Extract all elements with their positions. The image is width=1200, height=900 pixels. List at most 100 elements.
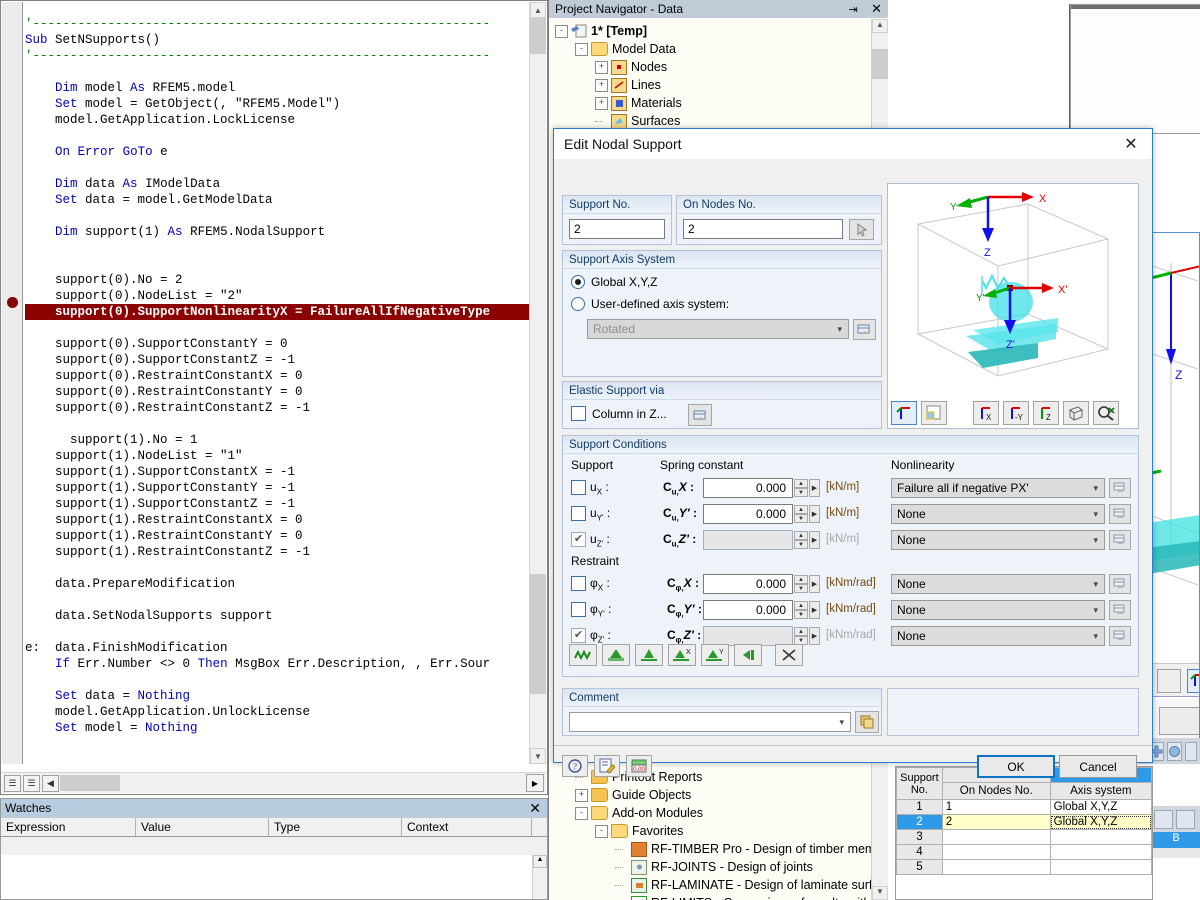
view-iso-icon[interactable] xyxy=(1063,401,1089,425)
table-more-icon[interactable] xyxy=(1185,742,1197,761)
table-cell-nodes[interactable] xyxy=(942,830,1050,845)
on-nodes-no-input[interactable]: 2 xyxy=(683,219,843,239)
edit-table-icon[interactable] xyxy=(853,319,876,340)
support-no-input[interactable]: 2 xyxy=(569,219,665,239)
clear-all-icon[interactable] xyxy=(775,644,803,666)
comment-combo[interactable]: ▾ xyxy=(569,712,851,732)
roller-y-support-icon[interactable]: Y xyxy=(701,644,729,666)
support-checkbox-uX[interactable] xyxy=(571,480,586,495)
edit-table-icon[interactable] xyxy=(688,404,712,426)
tree-item[interactable]: -Add-on Modules xyxy=(549,804,872,822)
notes-icon[interactable] xyxy=(594,755,620,777)
support-expand-icon[interactable]: ▶ xyxy=(809,479,820,497)
scroll-up-arrow[interactable]: ▲ xyxy=(530,2,546,18)
edit-table-icon[interactable] xyxy=(1109,504,1131,524)
tree-item[interactable]: -1* [Temp] xyxy=(549,22,872,40)
table-refresh-icon[interactable] xyxy=(1167,742,1182,761)
pick-cursor-icon[interactable] xyxy=(849,219,874,240)
chevron-down-icon[interactable]: ▾ xyxy=(1093,579,1102,590)
table-row[interactable]: 22Global X,Y,Z xyxy=(897,815,1152,830)
rotated-axis-combo[interactable]: Rotated ▾ xyxy=(587,319,849,339)
support-spinner[interactable]: ▲▼ xyxy=(794,531,808,549)
table-cell-axis[interactable] xyxy=(1050,860,1151,875)
restraint-expand-icon[interactable]: ▶ xyxy=(809,627,820,645)
navigator-scroll-down-arrow[interactable]: ▼ xyxy=(872,886,888,900)
table-row[interactable]: 5 xyxy=(897,860,1152,875)
spinner-down-icon[interactable]: ▼ xyxy=(794,488,808,497)
expand-icon[interactable]: + xyxy=(595,61,608,74)
scroll-down-arrow[interactable]: ▼ xyxy=(530,748,546,764)
units-icon[interactable]: 0,00 xyxy=(626,755,652,777)
spring-preset-icon[interactable] xyxy=(569,644,597,666)
restraint-spinner[interactable]: ▲▼ xyxy=(794,575,808,593)
spinner-up-icon[interactable]: ▲ xyxy=(794,601,808,610)
chevron-down-icon[interactable]: ▾ xyxy=(1093,483,1102,494)
watches-scroll-up-arrow[interactable]: ▲ xyxy=(533,855,547,868)
table-cell-axis[interactable] xyxy=(1050,830,1151,845)
pin-icon[interactable]: ⇥ xyxy=(849,4,858,16)
chevron-down-icon[interactable]: ▾ xyxy=(839,717,848,728)
table-cell-axis[interactable] xyxy=(1050,845,1151,860)
table-row-header[interactable]: 3 xyxy=(897,830,943,845)
zoom-reset-icon[interactable] xyxy=(1093,401,1119,425)
procedure-view-button[interactable]: ☰ xyxy=(4,775,21,792)
cancel-button[interactable]: Cancel xyxy=(1059,755,1137,778)
edit-table-icon[interactable] xyxy=(1109,626,1131,646)
preview-toolbar[interactable]: X-YZ xyxy=(891,401,1119,425)
editor-gutter[interactable] xyxy=(2,2,23,764)
fixed-support-icon[interactable] xyxy=(602,644,630,666)
breakpoint-marker[interactable] xyxy=(7,297,18,308)
table-row-header[interactable]: 2 xyxy=(897,815,943,830)
global-axis-radio-row[interactable]: Global X,Y,Z xyxy=(571,275,657,289)
view-z-icon[interactable]: Z xyxy=(1033,401,1059,425)
restraint-spinner[interactable]: ▲▼ xyxy=(794,627,808,645)
support-spring-input[interactable] xyxy=(703,530,793,550)
edit-table-icon[interactable] xyxy=(1109,600,1131,620)
restraint-nonlinearity-combo[interactable]: None▾ xyxy=(891,600,1105,620)
code-content[interactable]: '---------------------------------------… xyxy=(25,16,530,752)
support-expand-icon[interactable]: ▶ xyxy=(809,505,820,523)
column-in-z-row[interactable]: Column in Z... xyxy=(571,406,667,421)
watches-col-expression[interactable]: Expression xyxy=(1,818,136,836)
watches-col-type[interactable]: Type xyxy=(269,818,402,836)
table-cell-nodes[interactable] xyxy=(942,860,1050,875)
tree-item[interactable]: +Guide Objects xyxy=(549,786,872,804)
tree-item[interactable]: RF-JOINTS - Design of joints xyxy=(549,858,872,876)
table-cell-nodes[interactable] xyxy=(942,845,1050,860)
help-icon[interactable]: ? xyxy=(562,755,588,777)
restraint-nonlinearity-combo[interactable]: None▾ xyxy=(891,574,1105,594)
watches-col-context[interactable]: Context xyxy=(402,818,532,836)
close-icon[interactable]: ✕ xyxy=(529,800,543,817)
collapse-icon[interactable]: - xyxy=(575,43,588,56)
support-spring-input[interactable]: 0.000 xyxy=(703,504,793,524)
tree-item[interactable]: RF-TIMBER Pro - Design of timber membe xyxy=(549,840,872,858)
chevron-down-icon[interactable]: ▾ xyxy=(1093,631,1102,642)
spinner-up-icon[interactable]: ▲ xyxy=(794,575,808,584)
footer-tools[interactable]: ? 0,00 xyxy=(562,755,652,777)
hscroll-thumb[interactable] xyxy=(60,775,120,791)
tree-item[interactable]: RF-LAMINATE - Design of laminate surfac xyxy=(549,876,872,894)
user-axis-radio-row[interactable]: User-defined axis system: xyxy=(571,297,729,311)
support-checkbox-uZ'[interactable]: ✔ xyxy=(571,532,586,547)
collapse-icon[interactable]: - xyxy=(595,825,608,838)
spinner-up-icon[interactable]: ▲ xyxy=(794,531,808,540)
table-cell-nodes[interactable]: 2 xyxy=(942,815,1050,830)
close-icon[interactable]: ✕ xyxy=(1116,132,1146,156)
table-cell-axis[interactable]: Global X,Y,Z xyxy=(1050,800,1151,815)
restraint-checkbox-φX[interactable] xyxy=(571,576,586,591)
watches-scrollbar[interactable]: ▲ xyxy=(532,855,547,899)
hscroll-left-arrow[interactable]: ◀ xyxy=(42,775,59,792)
vba-code-editor[interactable]: '---------------------------------------… xyxy=(0,0,548,795)
spinner-down-icon[interactable]: ▼ xyxy=(794,610,808,619)
restraint-spring-input[interactable]: 0.000 xyxy=(703,600,793,620)
spinner-up-icon[interactable]: ▲ xyxy=(794,627,808,636)
table-row[interactable]: 4 xyxy=(897,845,1152,860)
restraint-nonlinearity-combo[interactable]: None▾ xyxy=(891,626,1105,646)
restraint-checkbox-φY'[interactable] xyxy=(571,602,586,617)
nodal-supports-table[interactable]: SupportNo.ABOn Nodes No.Axis system11Glo… xyxy=(895,766,1153,900)
edit-table-icon[interactable] xyxy=(1109,478,1131,498)
support-3d-preview[interactable]: X Y Z X' xyxy=(887,183,1139,429)
table-cell-axis[interactable]: Global X,Y,Z xyxy=(1050,815,1151,830)
support-nonlinearity-combo[interactable]: Failure all if negative PX'▾ xyxy=(891,478,1105,498)
table-row[interactable]: 3 xyxy=(897,830,1152,845)
